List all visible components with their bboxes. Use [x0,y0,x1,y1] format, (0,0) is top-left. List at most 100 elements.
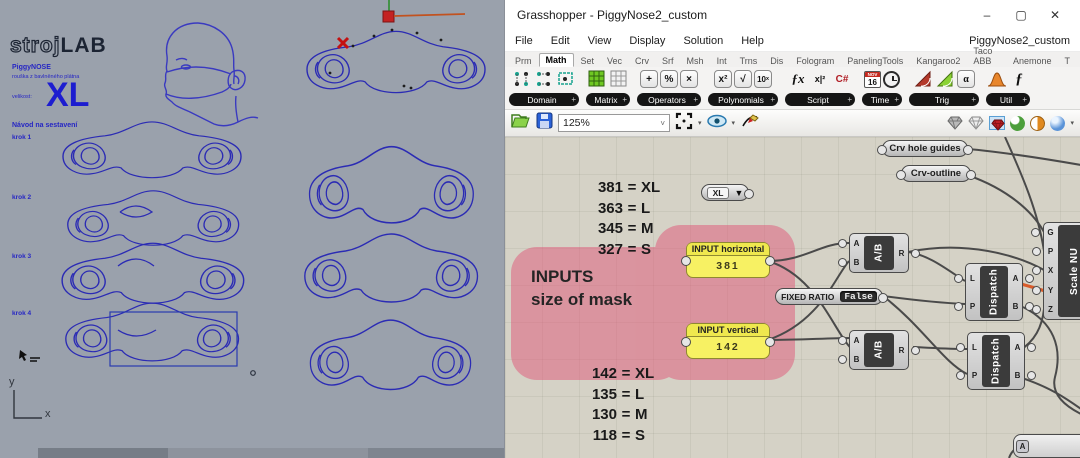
port-r[interactable]: R [899,346,905,355]
component-label[interactable]: A/B [864,333,894,367]
tab-prm[interactable]: Prm [509,55,538,67]
mask-outline-krok2[interactable] [68,191,239,245]
tab-vec[interactable]: Vec [601,55,628,67]
dropdown-triangle-icon[interactable]: ▼ [734,188,743,198]
open-file-icon[interactable] [511,112,531,134]
menu-help[interactable]: Help [741,35,764,47]
component-partial-bottom[interactable]: A [1013,434,1080,458]
toolbar-group-polynomials[interactable]: Polynomials+ [708,93,778,106]
expand-icon[interactable]: + [770,95,775,104]
slider-input-horizontal[interactable]: INPUT horizontal 381 [686,242,770,278]
expand-icon[interactable]: + [971,95,976,104]
zoom-level-select[interactable]: 125%˅ [558,114,670,132]
component-dispatch-1[interactable]: L P Dispatch A B [965,263,1023,321]
square-root-icon[interactable]: √ [734,70,752,88]
preview-eye-icon[interactable] [707,114,727,133]
tab-dis[interactable]: Dis [764,55,789,67]
clock-icon[interactable] [883,71,900,88]
tab-crv[interactable]: Crv [629,55,655,67]
toolbar-group-trig[interactable]: Trig+ [909,93,979,106]
tab-trns[interactable]: Trns [734,55,764,67]
mask-outline-krok1[interactable] [63,122,241,178]
port-x[interactable]: X [1048,266,1053,275]
log-icon[interactable]: 10ˣ [754,70,772,88]
power-icon[interactable]: x² [714,70,732,88]
port-p[interactable]: P [970,302,975,311]
menu-solution[interactable]: Solution [683,35,723,47]
toolbar-group-matrix[interactable]: Matrix+ [586,93,630,106]
tab-set[interactable]: Set [575,55,601,67]
dropdown-caret[interactable]: ▾ [698,119,702,127]
component-label[interactable]: Dispatch [980,266,1008,318]
gh-canvas[interactable]: 381=XL 363=L 345=M 327=S 142=XL 135=L 13… [505,137,1080,458]
component-division-1[interactable]: AB A/B R [849,233,909,273]
tab-tacoabb[interactable]: Taco ABB [967,45,1006,67]
tab-int[interactable]: Int [711,55,733,67]
menu-edit[interactable]: Edit [551,35,570,47]
tab-anemone[interactable]: Anemone [1007,55,1058,67]
mask-outline-right-3[interactable] [310,320,470,389]
gumball[interactable] [383,0,465,22]
expand-icon[interactable]: + [693,95,698,104]
sine-triangle-icon[interactable] [913,69,933,89]
value-list-selected[interactable]: XL [707,187,730,199]
dropdown-caret[interactable]: ▾ [732,119,736,127]
preview-orange-ball-icon[interactable] [1030,116,1045,131]
multiply-operator-icon[interactable]: × [680,70,698,88]
preview-blue-ball-icon[interactable] [1050,116,1065,131]
slider-value[interactable]: 381 [687,256,769,277]
component-scale-nu[interactable]: G P X Y Z Scale NU [1043,222,1080,320]
dropdown-caret[interactable]: ▾ [1070,119,1074,127]
slider-input-vertical[interactable]: INPUT vertical 142 [686,323,770,359]
tab-kangaroo2[interactable]: Kangaroo2 [910,55,966,67]
toggle-fixed-ratio[interactable]: FIXED RATIO False [775,288,883,305]
evaluate-icon[interactable]: x|² [810,69,830,89]
port-a[interactable]: A [1013,274,1019,283]
expand-icon[interactable]: + [622,95,627,104]
menu-file[interactable]: File [515,35,533,47]
component-label[interactable]: Scale NU [1058,225,1080,317]
gumball-center[interactable] [383,11,394,22]
toolbar-group-time[interactable]: Time+ [862,93,902,106]
matrix-white-icon[interactable] [609,69,629,89]
gaussian-curve-icon[interactable] [987,69,1007,89]
port-a[interactable]: A [854,336,860,345]
maximize-button[interactable]: ▢ [1004,8,1038,22]
toolbar-group-util[interactable]: Util+ [986,93,1030,106]
save-file-icon[interactable] [536,112,553,134]
domain-icon-1[interactable] [512,69,532,89]
sketch-pen-icon[interactable] [740,113,760,134]
component-division-2[interactable]: AB A/B R [849,330,909,370]
mask-outline-right-1[interactable] [310,147,474,223]
port-l[interactable]: L [970,274,975,283]
mask-outline-krok3[interactable] [62,243,244,303]
port-a[interactable]: A [1015,343,1021,352]
alpha-angle-icon[interactable]: α [957,70,975,88]
port-g[interactable]: G [1047,228,1053,237]
toolbar-group-operators[interactable]: Operators+ [637,93,701,106]
preview-green-ball-icon[interactable] [1010,116,1025,131]
port-l[interactable]: L [972,343,977,352]
tab-msh[interactable]: Msh [681,55,710,67]
minimize-button[interactable]: – [970,8,1004,22]
port-b[interactable]: B [1013,302,1019,311]
port-p[interactable]: P [972,371,977,380]
mask-outline-top[interactable] [307,31,485,92]
domain-icon-2[interactable] [534,69,554,89]
rhino-viewport[interactable]: strojLAB PiggyNOSE rouška z bavlněného p… [0,0,504,458]
chevron-down-icon[interactable]: ˅ [660,119,665,128]
value-list-size[interactable]: XL ▼ [701,184,749,201]
tab-panelingtools[interactable]: PanelingTools [841,55,909,67]
toolbar-group-domain[interactable]: Domain+ [509,93,579,106]
port-a[interactable]: A [854,239,860,248]
menu-display[interactable]: Display [629,35,665,47]
mask-outline-right-2[interactable] [305,234,478,302]
port-p[interactable]: P [1048,247,1053,256]
component-dispatch-2[interactable]: LP Dispatch AB [967,332,1025,390]
gem-wireframe-icon[interactable] [968,116,984,130]
port-b[interactable]: B [854,258,860,267]
component-label[interactable]: A/B [864,236,894,270]
gem-red-selected-icon[interactable] [989,116,1005,130]
port-b[interactable]: B [1015,371,1021,380]
toggle-value[interactable]: False [840,291,877,302]
